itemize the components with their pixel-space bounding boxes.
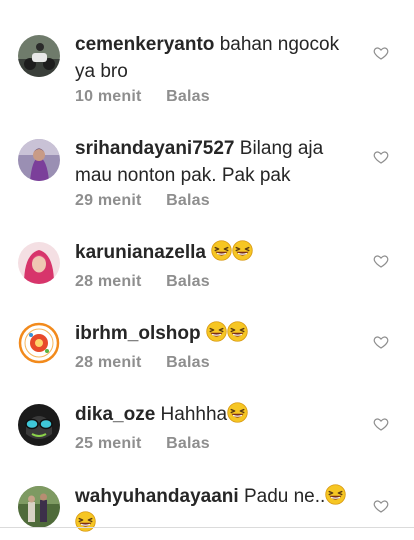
comment-username[interactable]: ibrhm_olshop (75, 323, 201, 344)
comment-meta: 10 menit Balas (75, 88, 210, 106)
comment-text: ibrhm_olshop (75, 320, 347, 347)
comment-text: karunianazella (75, 239, 347, 266)
reply-button[interactable]: Balas (166, 88, 210, 105)
comment-message: Hahhha (160, 404, 228, 425)
comment-emoji (211, 242, 253, 263)
comment-meta: 29 menit Balas (75, 192, 210, 210)
comment-text: srihandayani7527 Bilang aja mau nonton p… (75, 135, 347, 189)
reply-button[interactable]: Balas (166, 435, 210, 452)
heart-outline-icon[interactable] (373, 498, 389, 514)
laughing-emoji-icon (325, 484, 346, 505)
comment-username[interactable]: srihandayani7527 (75, 138, 234, 159)
comment-meta: 25 menit Balas (75, 435, 210, 453)
laughing-emoji-icon (227, 321, 248, 342)
comment-time: 25 menit (75, 435, 142, 452)
avatar[interactable] (18, 322, 60, 364)
avatar[interactable] (18, 486, 60, 528)
comment-time: 28 menit (75, 354, 142, 371)
laughing-emoji-icon (232, 240, 253, 261)
comment-text: dika_oze Hahhha (75, 401, 347, 428)
laughing-emoji-icon (211, 240, 232, 261)
laughing-emoji-icon (75, 511, 96, 532)
heart-outline-icon[interactable] (373, 416, 389, 432)
comment-message: Padu ne.. (243, 486, 326, 507)
reply-button[interactable]: Balas (166, 273, 210, 290)
comment-username[interactable]: dika_oze (75, 404, 155, 425)
comment-username[interactable]: cemenkeryanto (75, 34, 214, 55)
avatar[interactable] (18, 404, 60, 446)
comment-emoji (206, 323, 248, 344)
avatar[interactable] (18, 242, 60, 284)
reply-button[interactable]: Balas (166, 354, 210, 371)
heart-outline-icon[interactable] (373, 334, 389, 350)
heart-outline-icon[interactable] (373, 45, 389, 61)
divider (0, 527, 414, 528)
heart-outline-icon[interactable] (373, 253, 389, 269)
laughing-emoji-icon (206, 321, 227, 342)
reply-button[interactable]: Balas (166, 192, 210, 209)
comment-text: cemenkeryanto bahan ngocok ya bro (75, 31, 347, 85)
comment-meta: 28 menit Balas (75, 273, 210, 291)
heart-outline-icon[interactable] (373, 149, 389, 165)
laughing-emoji-icon (227, 402, 248, 423)
comment-time: 28 menit (75, 273, 142, 290)
comment-meta: 28 menit Balas (75, 354, 210, 372)
comment-time: 29 menit (75, 192, 142, 209)
avatar[interactable] (18, 35, 60, 77)
comment-text: wahyuhandayaani Padu ne.. (75, 483, 347, 537)
avatar[interactable] (18, 139, 60, 181)
comment-time: 10 menit (75, 88, 142, 105)
comment-username[interactable]: wahyuhandayaani (75, 486, 239, 507)
comment-username[interactable]: karunianazella (75, 242, 206, 263)
